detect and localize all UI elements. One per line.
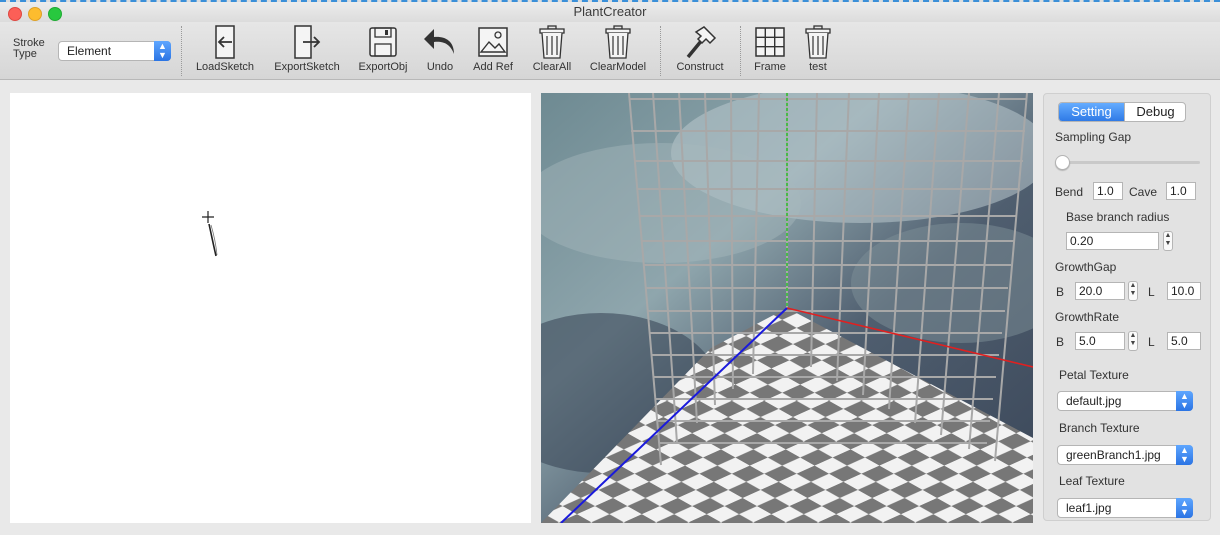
bend-label: Bend (1055, 185, 1084, 199)
base-branch-radius-input[interactable]: 0.20 (1066, 232, 1159, 250)
export-sketch-icon (294, 25, 321, 59)
load-sketch-icon (215, 25, 235, 59)
hammer-icon (686, 26, 717, 59)
settings-panel: Setting Debug Sampling Gap Bend 1.0 Cave… (1043, 93, 1211, 521)
3d-viewport[interactable] (541, 93, 1033, 523)
growth-gap-b-label: B (1056, 285, 1065, 299)
trash-icon (605, 25, 631, 59)
toolbar: Stroke Type Element ▲ ▼ LoadSketch Export… (0, 22, 1220, 80)
crosshair-cursor-icon (202, 211, 214, 223)
load-sketch-button[interactable]: LoadSketch (194, 24, 256, 73)
floppy-disk-icon (369, 27, 397, 57)
growth-rate-label: GrowthRate (1055, 310, 1120, 324)
tab-setting[interactable]: Setting (1059, 103, 1124, 121)
stroke-type-label: Stroke Type (13, 37, 45, 60)
minimize-window-button[interactable] (28, 7, 42, 21)
construct-button[interactable]: Construct (672, 24, 728, 73)
panel-tabs: Setting Debug (1058, 102, 1186, 122)
chevron-updown-icon: ▲ ▼ (1176, 391, 1193, 411)
base-radius-stepper[interactable]: ▲ ▼ (1163, 231, 1173, 251)
export-sketch-button[interactable]: ExportSketch (273, 24, 341, 73)
growth-rate-l-label: L (1148, 335, 1155, 349)
petal-texture-label: Petal Texture (1059, 368, 1129, 382)
base-branch-radius-label: Base branch radius (1066, 210, 1170, 224)
grid-frame-icon (755, 27, 785, 57)
clear-model-button[interactable]: ClearModel (588, 24, 648, 73)
add-ref-button[interactable]: Add Ref (471, 24, 515, 73)
trash-icon (539, 25, 565, 59)
maximize-window-button[interactable] (48, 7, 62, 21)
cave-label: Cave (1129, 185, 1158, 199)
stroke-type-select[interactable]: Element ▲ ▼ (58, 41, 171, 61)
close-window-button[interactable] (8, 7, 22, 21)
growth-rate-b-label: B (1056, 335, 1065, 349)
growth-gap-l-label: L (1148, 285, 1155, 299)
sampling-gap-label: Sampling Gap (1055, 130, 1132, 144)
toolbar-separator (181, 26, 182, 76)
chevron-updown-icon: ▲ ▼ (1176, 498, 1193, 518)
title-bar: PlantCreator (0, 0, 1220, 22)
image-icon (478, 27, 508, 57)
tab-debug[interactable]: Debug (1124, 103, 1185, 121)
sketch-drawing (202, 211, 218, 257)
growth-gap-label: GrowthGap (1055, 260, 1117, 274)
sketch-canvas[interactable] (10, 93, 531, 523)
window-title: PlantCreator (573, 4, 647, 19)
branch-texture-select[interactable]: greenBranch1.jpg ▲ ▼ (1057, 445, 1193, 465)
growth-gap-b-stepper[interactable]: ▲ ▼ (1128, 281, 1138, 301)
export-obj-button[interactable]: ExportObj (357, 24, 409, 73)
growth-gap-l-input[interactable]: 10.0 (1167, 282, 1201, 300)
cave-input[interactable]: 1.0 (1166, 182, 1196, 200)
3d-scene (541, 93, 1033, 523)
sampling-gap-slider-track[interactable] (1058, 161, 1200, 164)
toolbar-separator (740, 26, 741, 76)
undo-button[interactable]: Undo (420, 24, 460, 73)
leaf-texture-select[interactable]: leaf1.jpg ▲ ▼ (1057, 498, 1193, 518)
leaf-texture-label: Leaf Texture (1059, 474, 1125, 488)
branch-texture-label: Branch Texture (1059, 421, 1140, 435)
bend-input[interactable]: 1.0 (1093, 182, 1123, 200)
toolbar-separator (660, 26, 661, 76)
frame-button[interactable]: Frame (751, 24, 789, 73)
trash-icon (805, 25, 831, 59)
chevron-updown-icon: ▲ ▼ (1176, 445, 1193, 465)
growth-rate-b-input[interactable]: 5.0 (1075, 332, 1125, 350)
growth-rate-l-input[interactable]: 5.0 (1167, 332, 1201, 350)
chevron-updown-icon: ▲ ▼ (154, 41, 171, 61)
petal-texture-select[interactable]: default.jpg ▲ ▼ (1057, 391, 1193, 411)
growth-gap-b-input[interactable]: 20.0 (1075, 282, 1125, 300)
sampling-gap-slider-knob[interactable] (1055, 155, 1070, 170)
undo-arrow-icon (424, 29, 454, 54)
clear-all-button[interactable]: ClearAll (530, 24, 574, 73)
growth-rate-b-stepper[interactable]: ▲ ▼ (1128, 331, 1138, 351)
test-button[interactable]: test (800, 24, 836, 73)
